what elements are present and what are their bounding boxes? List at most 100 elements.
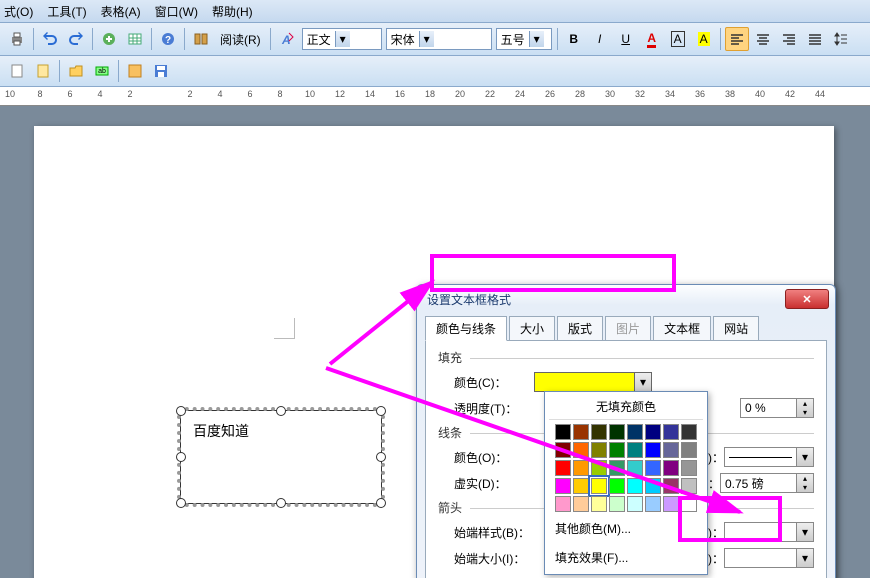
tab-textbox[interactable]: 文本框 [653,316,711,341]
color-swatch[interactable] [573,496,589,512]
color-swatch[interactable] [609,460,625,476]
font-color-icon[interactable]: A [640,27,664,51]
color-swatch[interactable] [663,442,679,458]
align-justify-icon[interactable] [803,27,827,51]
line-weight-spinner[interactable]: 0.75 磅▴▾ [720,473,814,493]
color-swatch[interactable] [591,442,607,458]
tab-color-line[interactable]: 颜色与线条 [425,316,507,341]
color-swatch[interactable] [627,478,643,494]
resize-handle-w[interactable] [176,452,186,462]
more-colors-option[interactable]: 其他颜色(M)... [549,516,703,541]
doc-icon[interactable] [31,59,55,83]
color-swatch[interactable] [681,496,697,512]
color-swatch[interactable] [591,478,607,494]
table-icon[interactable] [123,27,147,51]
color-swatch[interactable] [555,460,571,476]
highlight-tool-icon[interactable]: ab [90,59,114,83]
color-swatch[interactable] [609,442,625,458]
color-swatch[interactable] [681,478,697,494]
italic-icon[interactable]: I [588,27,612,51]
tab-size[interactable]: 大小 [509,316,555,341]
book-icon[interactable] [189,27,213,51]
tab-layout[interactable]: 版式 [557,316,603,341]
menu-tools[interactable]: 工具(T) [47,3,86,20]
resize-handle-s[interactable] [276,498,286,508]
color-swatch[interactable] [681,442,697,458]
color-swatch[interactable] [591,496,607,512]
char-border-icon[interactable]: A [666,27,690,51]
end-style-select[interactable]: ▾ [724,522,814,542]
horizontal-ruler[interactable]: 1086422468101214161820222426283032343638… [0,87,870,106]
align-left-icon[interactable] [725,27,749,51]
chevron-down-icon[interactable]: ▾ [634,373,651,391]
new-doc-icon[interactable] [5,59,29,83]
no-fill-option[interactable]: 无填充颜色 [549,396,703,420]
color-swatch[interactable] [573,460,589,476]
color-swatch[interactable] [663,496,679,512]
color-swatch[interactable] [627,424,643,440]
transparency-spinner[interactable]: 0 %▴▾ [740,398,814,418]
resize-handle-e[interactable] [376,452,386,462]
color-swatch[interactable] [573,424,589,440]
color-swatch[interactable] [573,442,589,458]
chevron-down-icon[interactable]: ▾ [335,31,350,47]
close-button[interactable]: ✕ [785,289,829,309]
color-swatch[interactable] [609,424,625,440]
color-swatch[interactable] [663,478,679,494]
resize-handle-sw[interactable] [176,498,186,508]
text-box[interactable]: 百度知道 [180,410,382,504]
color-swatch[interactable] [555,478,571,494]
print-icon[interactable] [5,27,29,51]
color-swatch[interactable] [681,460,697,476]
line-spacing-icon[interactable] [829,27,853,51]
color-swatch[interactable] [663,424,679,440]
color-swatch[interactable] [645,424,661,440]
link-icon[interactable] [97,27,121,51]
menu-window[interactable]: 窗口(W) [155,3,198,20]
color-swatch[interactable] [591,460,607,476]
folder-icon[interactable] [64,59,88,83]
color-swatch[interactable] [609,496,625,512]
chevron-down-icon[interactable]: ▾ [796,448,813,466]
menu-help[interactable]: 帮助(H) [212,3,253,20]
align-center-icon[interactable] [751,27,775,51]
size-combo[interactable]: 五号▾ [496,28,552,50]
color-swatch[interactable] [645,460,661,476]
tab-web[interactable]: 网站 [713,316,759,341]
save-icon[interactable] [149,59,173,83]
color-swatch[interactable] [627,442,643,458]
fill-effects-option[interactable]: 填充效果(F)... [549,545,703,570]
color-swatch[interactable] [591,424,607,440]
color-swatch[interactable] [645,442,661,458]
resize-handle-se[interactable] [376,498,386,508]
fill-color-picker[interactable]: ▾ [534,372,652,392]
color-swatch[interactable] [555,424,571,440]
end-size-select[interactable]: ▾ [724,548,814,568]
color-swatch[interactable] [645,478,661,494]
underline-icon[interactable]: U [614,27,638,51]
chevron-down-icon[interactable]: ▾ [529,31,544,47]
help-icon[interactable]: ? [156,27,180,51]
color-swatch[interactable] [627,460,643,476]
highlight-icon[interactable]: A [692,27,716,51]
read-button[interactable]: 阅读(R) [215,27,266,51]
menu-format[interactable]: 式(O) [4,3,33,20]
color-swatch[interactable] [663,460,679,476]
line-style-select[interactable]: ▾ [724,447,814,467]
color-swatch[interactable] [681,424,697,440]
undo-icon[interactable] [38,27,62,51]
menu-table[interactable]: 表格(A) [101,3,141,20]
color-swatch[interactable] [555,496,571,512]
dialog-titlebar[interactable]: 设置文本框格式 ✕ [417,285,835,313]
resize-handle-nw[interactable] [176,406,186,416]
color-swatch[interactable] [627,496,643,512]
bold-icon[interactable]: B [562,27,586,51]
color-swatch[interactable] [609,478,625,494]
chevron-down-icon[interactable]: ▾ [796,523,813,541]
color-swatch[interactable] [645,496,661,512]
redo-icon[interactable] [64,27,88,51]
font-combo[interactable]: 宋体▾ [386,28,492,50]
select-icon[interactable] [123,59,147,83]
resize-handle-n[interactable] [276,406,286,416]
chevron-down-icon[interactable]: ▾ [796,549,813,567]
